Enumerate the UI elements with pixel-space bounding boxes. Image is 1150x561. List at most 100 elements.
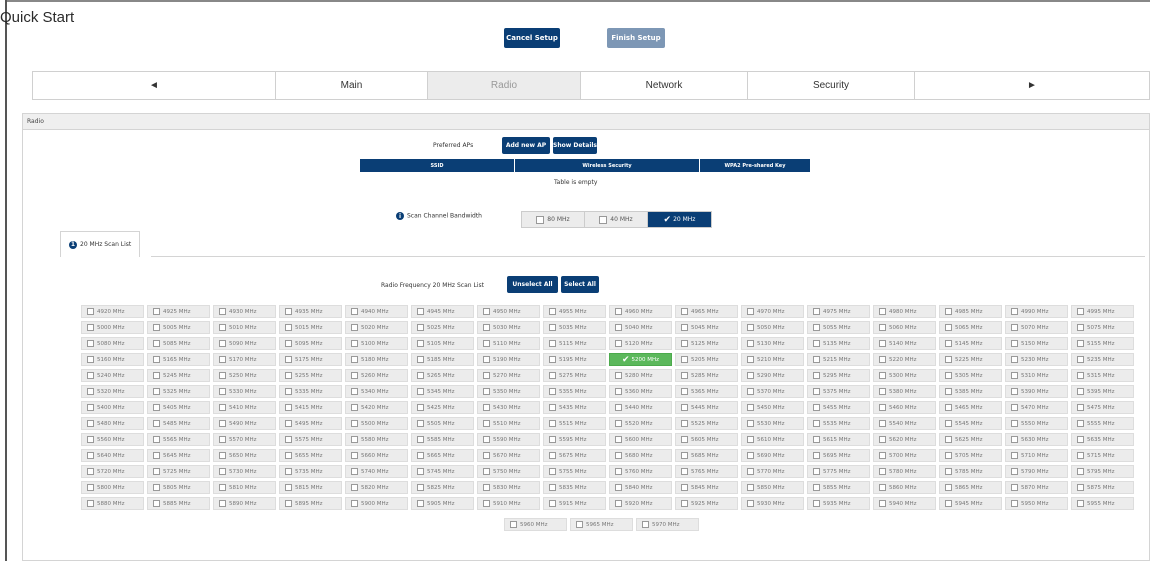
frequency-option[interactable]: 5050 MHz <box>741 321 804 334</box>
frequency-option[interactable]: 5425 MHz <box>411 401 474 414</box>
frequency-option[interactable]: 5715 MHz <box>1071 449 1134 462</box>
frequency-option[interactable]: 5005 MHz <box>147 321 210 334</box>
frequency-option[interactable]: 5025 MHz <box>411 321 474 334</box>
frequency-option[interactable]: 5525 MHz <box>675 417 738 430</box>
frequency-option[interactable]: 5630 MHz <box>1005 433 1068 446</box>
frequency-option[interactable]: 5270 MHz <box>477 369 540 382</box>
frequency-option[interactable]: 5160 MHz <box>81 353 144 366</box>
frequency-option[interactable]: 5940 MHz <box>873 497 936 510</box>
frequency-option[interactable]: 5655 MHz <box>279 449 342 462</box>
frequency-option[interactable]: 5325 MHz <box>147 385 210 398</box>
frequency-option[interactable]: 5545 MHz <box>939 417 1002 430</box>
frequency-option[interactable]: 5280 MHz <box>609 369 672 382</box>
frequency-option[interactable]: 5910 MHz <box>477 497 540 510</box>
frequency-option[interactable]: 5140 MHz <box>873 337 936 350</box>
frequency-option[interactable]: 4945 MHz <box>411 305 474 318</box>
frequency-option[interactable]: 5610 MHz <box>741 433 804 446</box>
frequency-option[interactable]: 4955 MHz <box>543 305 606 318</box>
frequency-option[interactable]: 5475 MHz <box>1071 401 1134 414</box>
frequency-option[interactable]: 5055 MHz <box>807 321 870 334</box>
frequency-option[interactable]: 5785 MHz <box>939 465 1002 478</box>
frequency-option[interactable]: 5720 MHz <box>81 465 144 478</box>
frequency-option[interactable]: 5340 MHz <box>345 385 408 398</box>
frequency-option[interactable]: 5105 MHz <box>411 337 474 350</box>
frequency-option[interactable]: 5960 MHz <box>504 518 567 531</box>
frequency-option[interactable]: 5300 MHz <box>873 369 936 382</box>
column-wireless-security[interactable]: Wireless Security <box>515 159 700 172</box>
column-wpa2-key[interactable]: WPA2 Pre-shared Key <box>700 159 810 172</box>
frequency-option[interactable]: 5415 MHz <box>279 401 342 414</box>
frequency-option[interactable]: 5330 MHz <box>213 385 276 398</box>
frequency-option[interactable]: 5755 MHz <box>543 465 606 478</box>
frequency-option[interactable]: 5225 MHz <box>939 353 1002 366</box>
frequency-option[interactable]: 5915 MHz <box>543 497 606 510</box>
frequency-option[interactable]: 5185 MHz <box>411 353 474 366</box>
frequency-option[interactable]: 5035 MHz <box>543 321 606 334</box>
info-icon[interactable]: i <box>396 212 404 220</box>
frequency-option[interactable]: 5440 MHz <box>609 401 672 414</box>
frequency-option[interactable]: 5080 MHz <box>81 337 144 350</box>
frequency-option[interactable]: 5070 MHz <box>1005 321 1068 334</box>
frequency-option[interactable]: 5870 MHz <box>1005 481 1068 494</box>
frequency-option[interactable]: 5620 MHz <box>873 433 936 446</box>
frequency-option[interactable]: 5815 MHz <box>279 481 342 494</box>
frequency-option[interactable]: 5900 MHz <box>345 497 408 510</box>
frequency-option[interactable]: 5345 MHz <box>411 385 474 398</box>
frequency-option[interactable]: 5370 MHz <box>741 385 804 398</box>
frequency-option[interactable]: 5295 MHz <box>807 369 870 382</box>
column-ssid[interactable]: SSID <box>360 159 515 172</box>
tab-radio[interactable]: Radio <box>428 72 581 99</box>
frequency-option[interactable]: 5350 MHz <box>477 385 540 398</box>
frequency-option[interactable]: 5260 MHz <box>345 369 408 382</box>
frequency-option[interactable]: 5825 MHz <box>411 481 474 494</box>
frequency-option[interactable]: 5150 MHz <box>1005 337 1068 350</box>
frequency-option[interactable]: 5155 MHz <box>1071 337 1134 350</box>
frequency-option[interactable]: 5060 MHz <box>873 321 936 334</box>
frequency-option[interactable]: 5210 MHz <box>741 353 804 366</box>
frequency-option[interactable]: 5455 MHz <box>807 401 870 414</box>
frequency-option[interactable]: 5230 MHz <box>1005 353 1068 366</box>
frequency-option[interactable]: 4970 MHz <box>741 305 804 318</box>
frequency-option[interactable]: 5860 MHz <box>873 481 936 494</box>
frequency-option[interactable]: 5895 MHz <box>279 497 342 510</box>
frequency-option[interactable]: 5835 MHz <box>543 481 606 494</box>
frequency-option[interactable]: 5445 MHz <box>675 401 738 414</box>
frequency-option[interactable]: 5400 MHz <box>81 401 144 414</box>
frequency-option[interactable]: 5365 MHz <box>675 385 738 398</box>
frequency-option[interactable]: 5040 MHz <box>609 321 672 334</box>
tab-main[interactable]: Main <box>276 72 428 99</box>
frequency-option[interactable]: 5605 MHz <box>675 433 738 446</box>
frequency-option[interactable]: 5725 MHz <box>147 465 210 478</box>
frequency-option[interactable]: 5305 MHz <box>939 369 1002 382</box>
frequency-option[interactable]: 5390 MHz <box>1005 385 1068 398</box>
frequency-option[interactable]: 5780 MHz <box>873 465 936 478</box>
frequency-option[interactable]: 5965 MHz <box>570 518 633 531</box>
frequency-option[interactable]: 5795 MHz <box>1071 465 1134 478</box>
frequency-option[interactable]: 5335 MHz <box>279 385 342 398</box>
frequency-option[interactable]: 5510 MHz <box>477 417 540 430</box>
frequency-option[interactable]: 5285 MHz <box>675 369 738 382</box>
frequency-option[interactable]: 5850 MHz <box>741 481 804 494</box>
frequency-option[interactable]: 5905 MHz <box>411 497 474 510</box>
frequency-option[interactable]: 5880 MHz <box>81 497 144 510</box>
frequency-option[interactable]: 5665 MHz <box>411 449 474 462</box>
frequency-option[interactable]: 5135 MHz <box>807 337 870 350</box>
frequency-option[interactable]: 5640 MHz <box>81 449 144 462</box>
frequency-option[interactable]: ✔ 5200 MHz <box>609 353 672 366</box>
frequency-option[interactable]: 5290 MHz <box>741 369 804 382</box>
frequency-option[interactable]: 5645 MHz <box>147 449 210 462</box>
frequency-option[interactable]: 5495 MHz <box>279 417 342 430</box>
frequency-option[interactable]: 5555 MHz <box>1071 417 1134 430</box>
frequency-option[interactable]: 4920 MHz <box>81 305 144 318</box>
frequency-option[interactable]: 5470 MHz <box>1005 401 1068 414</box>
frequency-option[interactable]: 5820 MHz <box>345 481 408 494</box>
frequency-option[interactable]: 5145 MHz <box>939 337 1002 350</box>
frequency-option[interactable]: 5735 MHz <box>279 465 342 478</box>
frequency-option[interactable]: 5840 MHz <box>609 481 672 494</box>
frequency-option[interactable]: 5355 MHz <box>543 385 606 398</box>
frequency-option[interactable]: 4990 MHz <box>1005 305 1068 318</box>
frequency-option[interactable]: 5320 MHz <box>81 385 144 398</box>
frequency-option[interactable]: 5745 MHz <box>411 465 474 478</box>
frequency-option[interactable]: 5730 MHz <box>213 465 276 478</box>
frequency-option[interactable]: 4985 MHz <box>939 305 1002 318</box>
